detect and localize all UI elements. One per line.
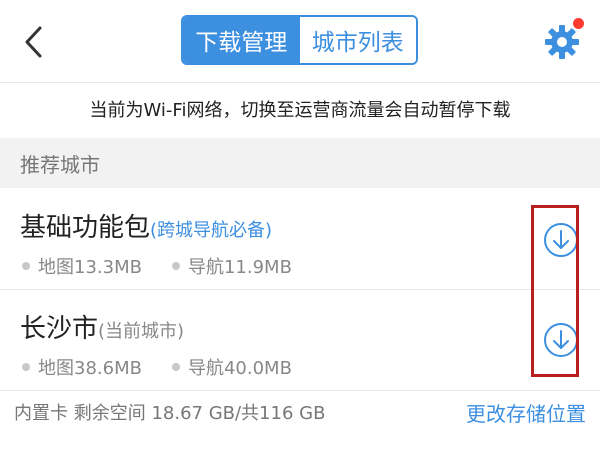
nav-size: 导航40.0MB [187, 358, 292, 379]
section-header-recommended: 推荐城市 [0, 138, 600, 188]
item-title: 基础功能包(跨城导航必备) [20, 207, 272, 244]
bullet-icon [171, 262, 180, 270]
back-button[interactable] [16, 22, 56, 62]
item-meta: 地图38.6MB 导航40.0MB [22, 354, 322, 380]
bullet-icon [171, 363, 180, 371]
bullet-icon [22, 363, 30, 371]
item-name: 长沙市 [20, 314, 99, 344]
network-notice: 当前为Wi-Fi网络，切换至运营商流量会自动暂停下载 [0, 83, 600, 135]
header: 下载管理 城市列表 [0, 0, 600, 83]
segmented-control: 下载管理 城市列表 [181, 15, 418, 65]
item-meta: 地图13.3MB 导航11.9MB [22, 253, 322, 279]
list-item[interactable]: 长沙市(当前城市) 地图38.6MB 导航40.0MB [0, 290, 600, 391]
item-name: 基础功能包 [20, 213, 151, 243]
item-title: 长沙市(当前城市) [20, 308, 184, 345]
list-item[interactable]: 基础功能包(跨城导航必备) 地图13.3MB 导航11.9MB [0, 189, 600, 290]
tab-city-list[interactable]: 城市列表 [299, 17, 416, 63]
back-arrow-icon [25, 26, 42, 58]
item-tag: (当前城市) [98, 321, 185, 342]
nav-size: 导航11.9MB [187, 257, 292, 278]
gear-icon [545, 25, 579, 59]
storage-footer: 内置卡 剩余空间 18.67 GB/共116 GB 更改存储位置 [0, 389, 600, 435]
settings-button[interactable] [544, 18, 584, 60]
map-size: 地图13.3MB [38, 257, 142, 278]
storage-info: 内置卡 剩余空间 18.67 GB/共116 GB [14, 403, 326, 424]
tab-download-management[interactable]: 下载管理 [183, 17, 300, 63]
item-tag: (跨城导航必备) [150, 220, 273, 241]
highlight-box [531, 205, 579, 377]
bullet-icon [22, 262, 30, 270]
map-size: 地图38.6MB [38, 358, 142, 379]
notification-badge [573, 18, 584, 29]
change-storage-link[interactable]: 更改存储位置 [466, 398, 586, 427]
